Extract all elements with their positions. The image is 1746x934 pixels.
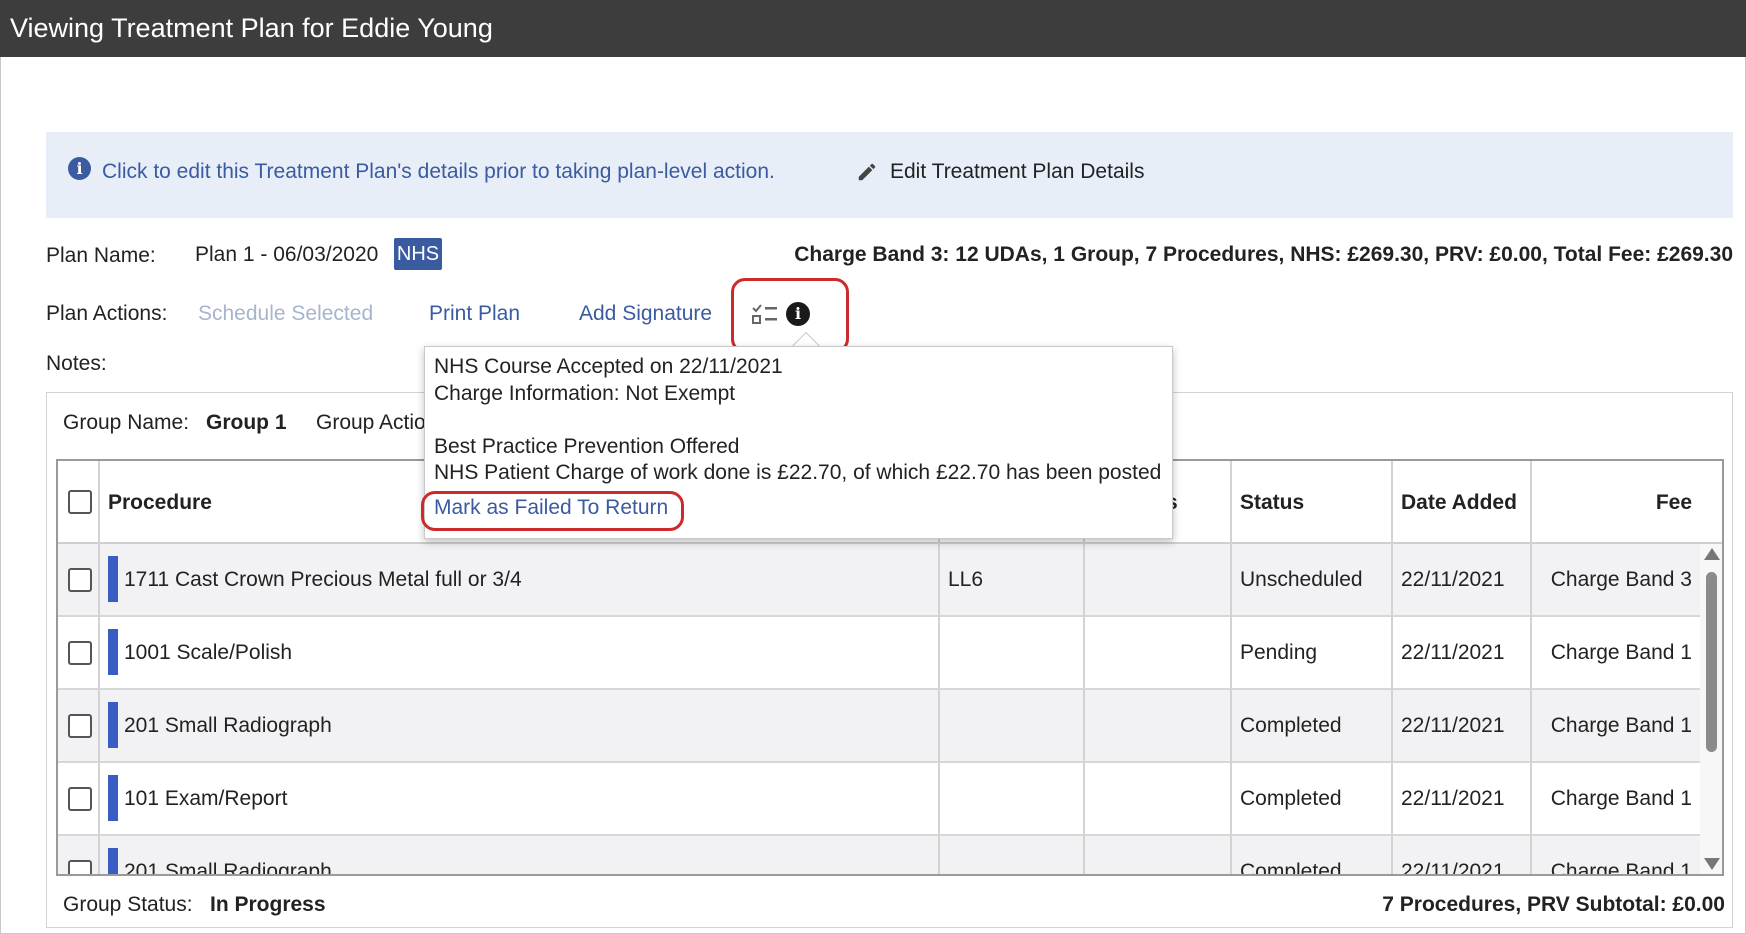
procedure-color-bar xyxy=(108,556,118,602)
add-signature-link[interactable]: Add Signature xyxy=(579,302,712,326)
cell-fee: Charge Band 3 xyxy=(1550,568,1692,591)
header-procedure[interactable]: Procedure xyxy=(108,461,212,544)
plan-name-label: Plan Name: xyxy=(46,244,156,267)
group-actions-label: Group Actio xyxy=(316,411,426,434)
plan-actions-label: Plan Actions: xyxy=(46,302,168,325)
header-date-added[interactable]: Date Added xyxy=(1401,461,1517,544)
highlight-ring-link xyxy=(421,491,684,531)
schedule-selected-button[interactable]: Schedule Selected xyxy=(198,302,373,326)
select-all-checkbox[interactable] xyxy=(68,490,92,514)
table-row[interactable]: 1711 Cast Crown Precious Metal full or 3… xyxy=(58,544,1700,617)
scroll-thumb[interactable] xyxy=(1706,572,1717,752)
table-row[interactable]: 101 Exam/Report Completed 22/11/2021 Cha… xyxy=(58,763,1700,836)
column-divider xyxy=(1391,461,1393,874)
popup-prevention: Best Practice Prevention Offered xyxy=(434,435,740,458)
cell-tooth: LL6 xyxy=(948,568,984,591)
row-checkbox[interactable] xyxy=(68,568,92,592)
column-divider xyxy=(98,461,100,874)
cell-procedure: 101 Exam/Report xyxy=(124,787,288,810)
row-checkbox[interactable] xyxy=(68,641,92,665)
window-title: Viewing Treatment Plan for Eddie Young xyxy=(0,0,1746,57)
cell-fee: Charge Band 1 xyxy=(1550,860,1692,876)
cell-status: Pending xyxy=(1240,641,1318,664)
cell-status: Unscheduled xyxy=(1240,568,1363,591)
edit-plan-details-button[interactable]: Edit Treatment Plan Details xyxy=(856,160,1144,184)
group-summary: 7 Procedures, PRV Subtotal: £0.00 xyxy=(1382,893,1725,916)
print-plan-link[interactable]: Print Plan xyxy=(429,302,520,326)
banner-message: Click to edit this Treatment Plan's deta… xyxy=(102,160,775,183)
column-divider xyxy=(1230,461,1232,874)
cell-date: 22/11/2021 xyxy=(1401,860,1505,876)
procedure-color-bar xyxy=(108,702,118,748)
cell-procedure: 201 Small Radiograph xyxy=(124,714,332,737)
cell-fee: Charge Band 1 xyxy=(1550,714,1692,737)
edit-plan-details-label: Edit Treatment Plan Details xyxy=(890,160,1145,183)
info-banner: i Click to edit this Treatment Plan's de… xyxy=(46,132,1733,218)
cell-procedure: 201 Small Radiograph xyxy=(124,860,332,876)
cell-procedure: 1001 Scale/Polish xyxy=(124,641,293,664)
scroll-down-icon[interactable] xyxy=(1704,858,1720,870)
cell-date: 22/11/2021 xyxy=(1401,568,1505,591)
group-status-label: Group Status: xyxy=(63,893,193,916)
cell-status: Completed xyxy=(1240,787,1342,810)
scroll-up-icon[interactable] xyxy=(1704,548,1720,560)
group-name-label: Group Name: xyxy=(63,411,190,434)
row-checkbox[interactable] xyxy=(68,714,92,738)
plan-name-value: Plan 1 - 06/03/2020 xyxy=(195,243,379,266)
popup-patient-charge: NHS Patient Charge of work done is £22.7… xyxy=(434,461,1162,484)
notes-label: Notes: xyxy=(46,352,107,375)
checklist-icon[interactable] xyxy=(752,303,778,325)
popup-charge-info: Charge Information: Not Exempt xyxy=(434,382,736,405)
cell-status: Completed xyxy=(1240,714,1342,737)
table-scrollbar[interactable] xyxy=(1700,544,1722,874)
cell-fee: Charge Band 1 xyxy=(1550,641,1692,664)
procedure-color-bar xyxy=(108,848,118,874)
cell-fee: Charge Band 1 xyxy=(1550,787,1692,810)
header-status[interactable]: Status xyxy=(1240,461,1304,544)
popup-course-accepted: NHS Course Accepted on 22/11/2021 xyxy=(434,355,783,378)
plan-summary: Charge Band 3: 12 UDAs, 1 Group, 7 Proce… xyxy=(794,243,1733,266)
cell-date: 22/11/2021 xyxy=(1401,714,1505,737)
row-checkbox[interactable] xyxy=(68,787,92,811)
table-row[interactable]: 201 Small Radiograph Completed 22/11/202… xyxy=(58,836,1700,876)
column-divider xyxy=(1530,461,1532,874)
nhs-badge: NHS xyxy=(394,238,442,270)
procedure-color-bar xyxy=(108,629,118,675)
procedure-color-bar xyxy=(108,775,118,821)
group-name-value: Group 1 xyxy=(206,411,287,434)
cell-date: 22/11/2021 xyxy=(1401,641,1505,664)
info-icon: i xyxy=(68,157,91,180)
info-circle-icon[interactable]: i xyxy=(786,302,810,326)
cell-date: 22/11/2021 xyxy=(1401,787,1505,810)
table-row[interactable]: 201 Small Radiograph Completed 22/11/202… xyxy=(58,690,1700,763)
pencil-icon xyxy=(858,163,876,181)
table-row[interactable]: 1001 Scale/Polish Pending 22/11/2021 Cha… xyxy=(58,617,1700,690)
row-checkbox[interactable] xyxy=(68,860,92,874)
cell-procedure: 1711 Cast Crown Precious Metal full or 3… xyxy=(124,568,522,591)
header-fee[interactable]: Fee xyxy=(1656,461,1692,544)
cell-status: Completed xyxy=(1240,860,1342,876)
group-status-value: In Progress xyxy=(210,893,326,916)
